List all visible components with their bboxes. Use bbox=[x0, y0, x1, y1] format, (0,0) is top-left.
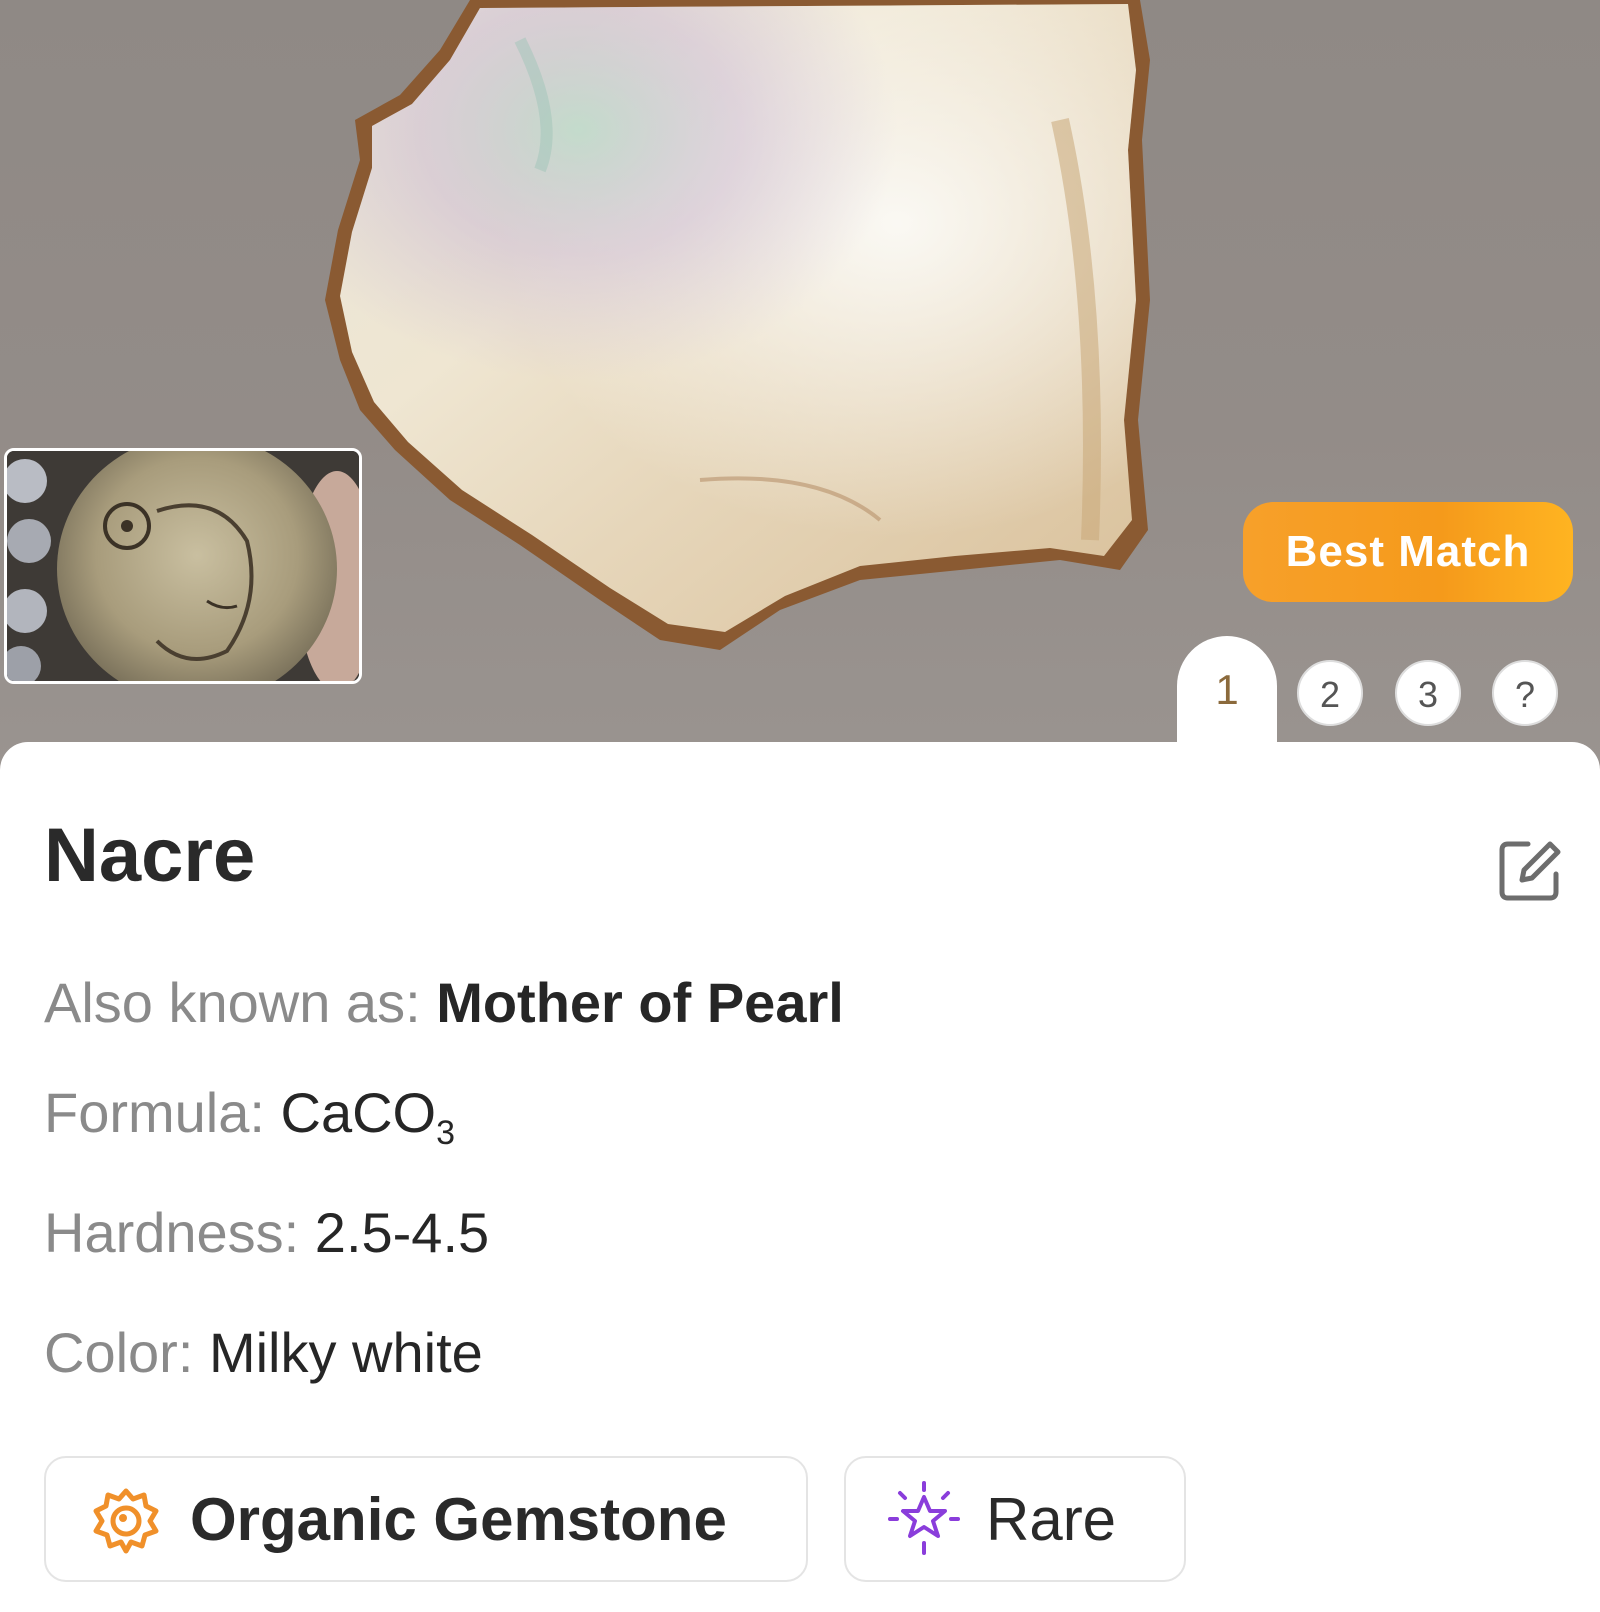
tag-rare[interactable]: Rare bbox=[844, 1456, 1186, 1582]
help-button[interactable]: ? bbox=[1492, 660, 1558, 726]
result-tab-3[interactable]: 3 bbox=[1395, 660, 1461, 726]
edit-button[interactable] bbox=[1494, 836, 1564, 906]
tag-label: Rare bbox=[986, 1485, 1117, 1553]
reference-thumbnail[interactable] bbox=[4, 448, 362, 684]
color-row: Color: Milky white bbox=[44, 1320, 483, 1385]
aka-value: Mother of Pearl bbox=[436, 971, 844, 1034]
hardness-value: 2.5-4.5 bbox=[314, 1201, 490, 1264]
hardness-label: Hardness: bbox=[44, 1201, 300, 1264]
color-value: Milky white bbox=[208, 1321, 483, 1384]
tag-organic-gemstone[interactable]: Organic Gemstone bbox=[44, 1456, 808, 1582]
edit-icon bbox=[1499, 841, 1561, 901]
formula-row: Formula: CaCO3 bbox=[44, 1080, 455, 1153]
aka-label: Also known as: bbox=[44, 971, 421, 1034]
page-title: Nacre bbox=[44, 813, 256, 898]
cameo-thumbnail-image bbox=[7, 451, 359, 681]
hardness-row: Hardness: 2.5-4.5 bbox=[44, 1200, 489, 1265]
sparkle-star-icon bbox=[888, 1481, 960, 1555]
tag-label: Organic Gemstone bbox=[190, 1485, 727, 1553]
formula-subscript: 3 bbox=[436, 1114, 456, 1153]
result-tab-2[interactable]: 2 bbox=[1297, 660, 1363, 726]
best-match-badge: Best Match bbox=[1243, 502, 1573, 602]
formula-value: CaCO bbox=[280, 1081, 437, 1144]
color-label: Color: bbox=[44, 1321, 194, 1384]
result-tab-1-label: 1 bbox=[1215, 666, 1239, 713]
aka-row: Also known as: Mother of Pearl bbox=[44, 970, 844, 1035]
shell-icon bbox=[93, 1488, 159, 1554]
formula-label: Formula: bbox=[44, 1081, 265, 1144]
